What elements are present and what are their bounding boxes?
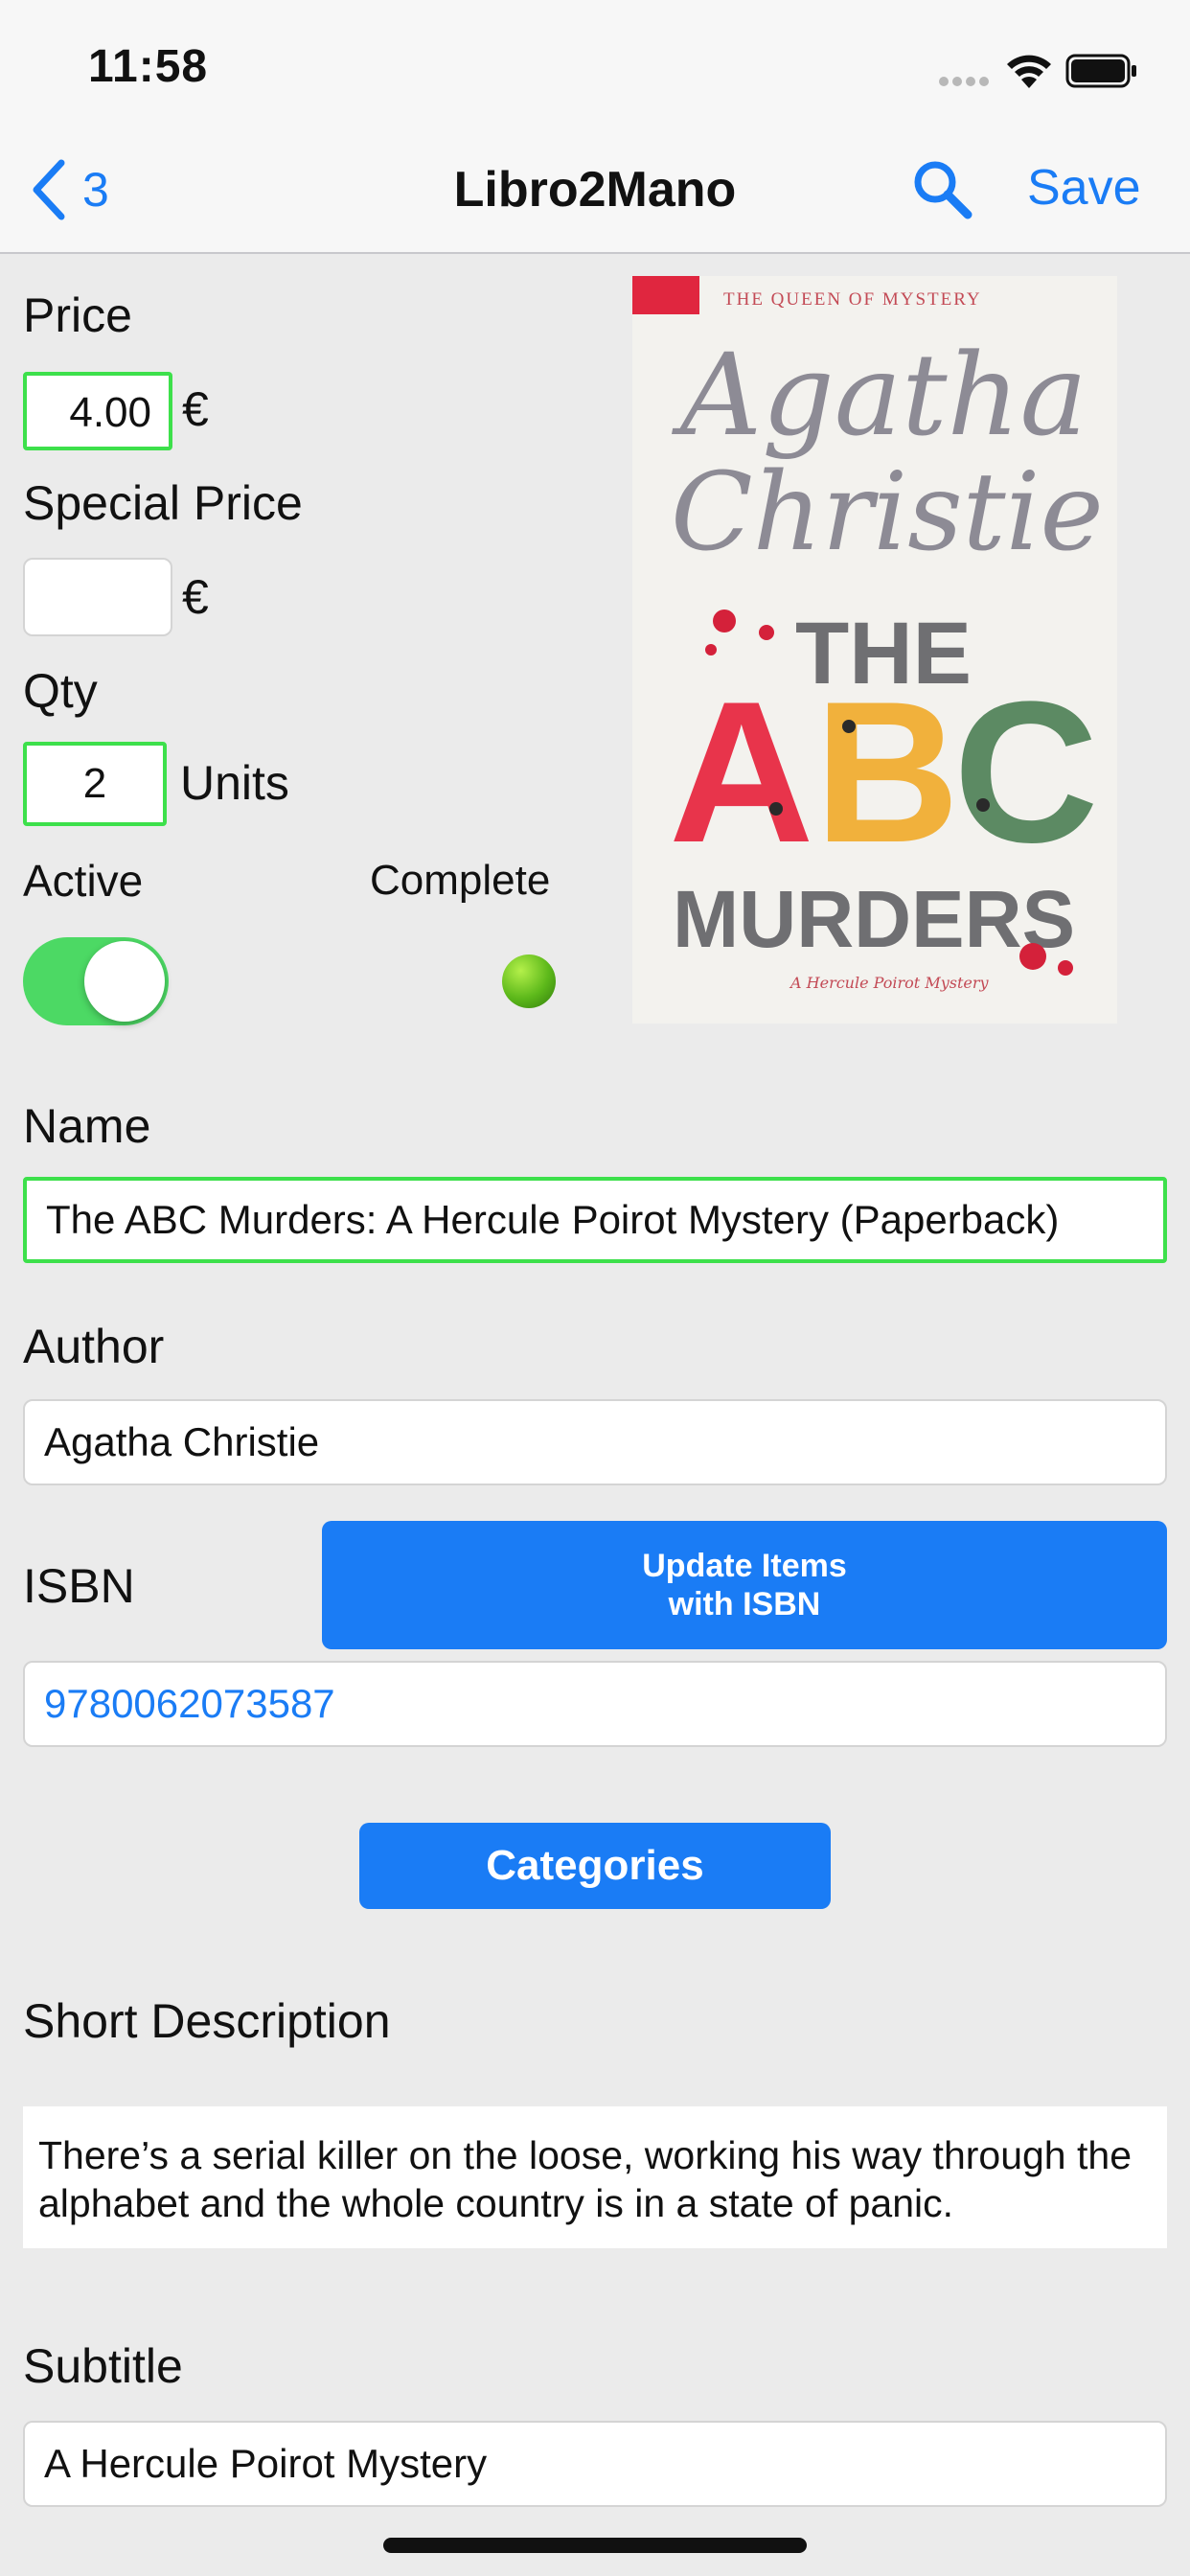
cover-author-line2: Christie [671, 450, 1104, 575]
save-button[interactable]: Save [1027, 159, 1141, 217]
chevron-left-icon [33, 159, 65, 220]
cover-title-murders: MURDERS [673, 874, 1075, 964]
home-indicator [383, 2538, 807, 2553]
search-icon[interactable] [910, 157, 973, 220]
price-currency: € [182, 382, 209, 436]
name-label: Name [23, 1099, 151, 1153]
short-description-label: Short Description [23, 1994, 391, 2048]
subtitle-input[interactable]: A Hercule Poirot Mystery [23, 2421, 1167, 2507]
battery-icon [1065, 54, 1136, 88]
cover-title-b: B [814, 659, 960, 885]
categories-button[interactable]: Categories [359, 1823, 831, 1909]
cover-title-c: C [953, 659, 1099, 885]
book-cover-image[interactable]: THE QUEEN OF MYSTERY Agatha Christie THE… [632, 276, 1117, 1024]
back-count: 3 [82, 163, 109, 217]
back-button[interactable]: 3 [31, 155, 109, 224]
toggle-knob [84, 941, 165, 1022]
book-cover-art: THE QUEEN OF MYSTERY Agatha Christie THE… [632, 276, 1117, 1024]
cover-series-line: A Hercule Poirot Mystery [789, 974, 989, 992]
wifi-icon [1007, 55, 1051, 88]
complete-label: Complete [370, 857, 551, 904]
price-input[interactable]: 4.00 [23, 372, 172, 450]
isbn-label: ISBN [23, 1559, 135, 1613]
special-price-input[interactable] [23, 558, 172, 636]
active-toggle[interactable] [23, 937, 169, 1025]
cover-author-line1: Agatha [672, 329, 1087, 461]
cover-top-line: THE QUEEN OF MYSTERY [723, 289, 982, 310]
author-label: Author [23, 1320, 165, 1373]
special-price-currency: € [182, 570, 209, 624]
qty-label: Qty [23, 664, 98, 718]
isbn-input[interactable]: 9780062073587 [23, 1661, 1167, 1747]
author-input[interactable]: Agatha Christie [23, 1399, 1167, 1485]
active-label: Active [23, 856, 144, 906]
update-isbn-button-line1: Update Items [642, 1548, 847, 1584]
qty-unit: Units [180, 756, 289, 810]
short-description-textarea[interactable]: There’s a serial killer on the loose, wo… [23, 2106, 1167, 2248]
complete-status-dot [502, 954, 556, 1008]
navigation-bar [0, 126, 1190, 254]
status-time: 11:58 [88, 41, 209, 92]
subtitle-label: Subtitle [23, 2339, 183, 2393]
qty-input[interactable]: 2 [23, 742, 167, 826]
signal-icon [939, 77, 989, 86]
name-input[interactable]: The ABC Murders: A Hercule Poirot Myster… [23, 1177, 1167, 1263]
price-label: Price [23, 288, 132, 342]
update-items-with-isbn-button[interactable]: Update Items with ISBN [322, 1521, 1167, 1649]
special-price-label: Special Price [23, 476, 303, 530]
cover-title-a: A [669, 659, 814, 885]
update-isbn-button-line2: with ISBN [668, 1586, 821, 1622]
